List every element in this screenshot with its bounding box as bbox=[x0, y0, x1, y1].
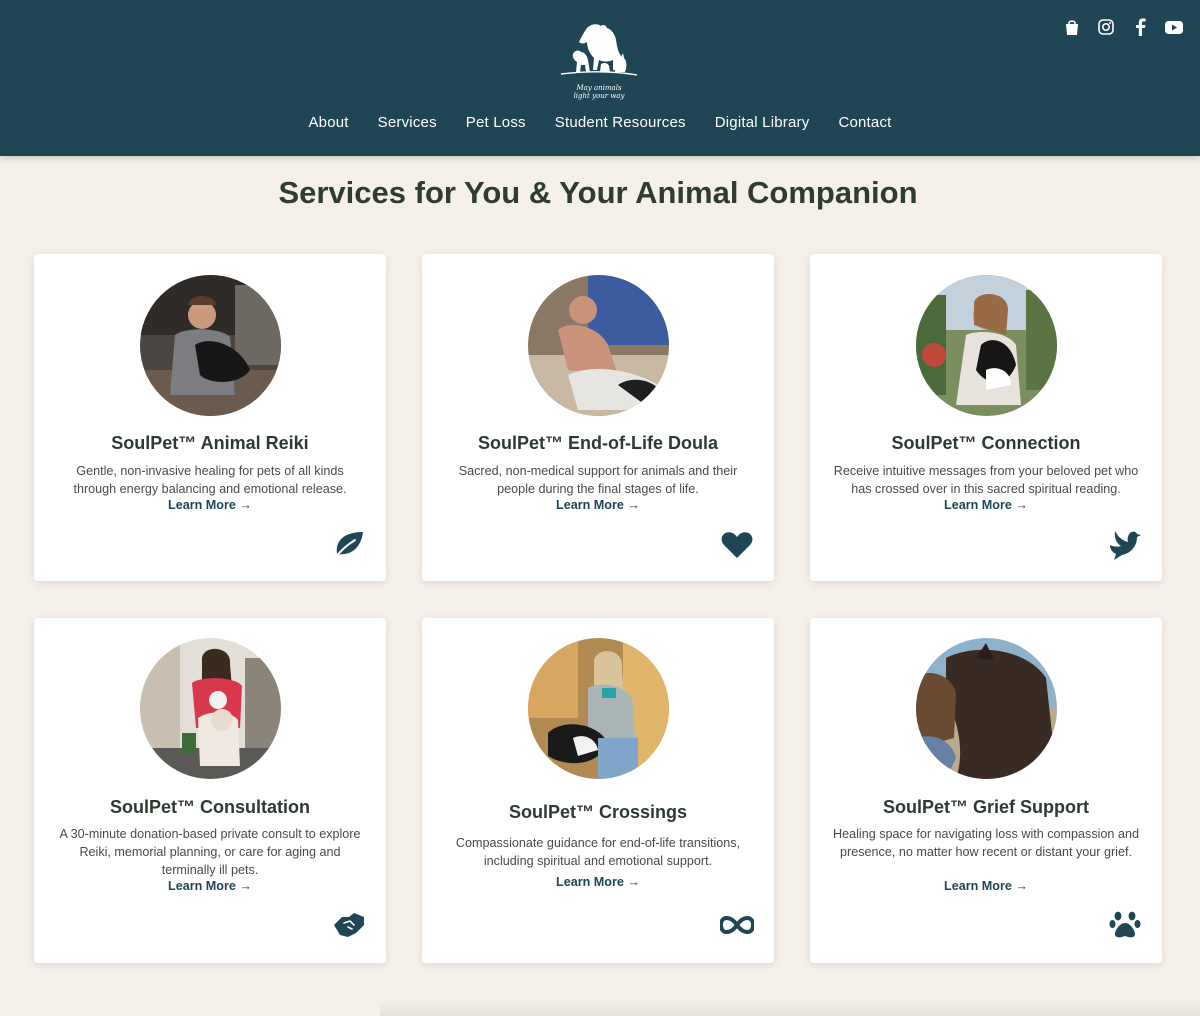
nav-services[interactable]: Services bbox=[378, 114, 437, 131]
animals-silhouette-logo-icon bbox=[560, 24, 638, 76]
footer-edge-shadow bbox=[380, 1000, 1200, 1016]
paw-icon bbox=[1108, 908, 1142, 942]
service-photo bbox=[528, 638, 669, 779]
learn-more-link[interactable]: Learn More → bbox=[810, 879, 1162, 893]
nav-digital-library[interactable]: Digital Library bbox=[715, 114, 810, 131]
service-title: SoulPet™ Grief Support bbox=[882, 797, 1089, 817]
learn-more-link[interactable]: Learn More → bbox=[34, 498, 386, 512]
main-nav: About Services Pet Loss Student Resource… bbox=[0, 114, 1200, 131]
service-title: SoulPet™ Animal Reiki bbox=[111, 433, 309, 453]
service-title: SoulPet™ Crossings bbox=[508, 802, 688, 822]
service-photo bbox=[528, 275, 669, 416]
site-logo[interactable]: May animals light your way bbox=[554, 20, 644, 100]
service-photo bbox=[916, 638, 1057, 779]
service-description: Gentle, non-invasive healing for pets of… bbox=[73, 464, 347, 496]
shopping-bag-icon[interactable] bbox=[1062, 17, 1082, 37]
nav-contact[interactable]: Contact bbox=[838, 114, 891, 131]
nav-student-resources[interactable]: Student Resources bbox=[555, 114, 686, 131]
nav-about[interactable]: About bbox=[308, 114, 348, 131]
service-card-end-of-life-doula: SoulPet™ End-of-Life Doula Sacred, non-m… bbox=[422, 254, 774, 581]
service-title: SoulPet™ Connection bbox=[891, 433, 1081, 453]
service-title: SoulPet™ End-of-Life Doula bbox=[478, 433, 718, 453]
leaf-icon bbox=[332, 528, 366, 562]
service-description: Sacred, non-medical support for animals … bbox=[458, 464, 738, 496]
service-description: Compassionate guidance for end-of-life t… bbox=[455, 836, 741, 868]
service-photo bbox=[140, 275, 281, 416]
logo-tagline: May animals light your way bbox=[573, 84, 625, 100]
nav-pet-loss[interactable]: Pet Loss bbox=[466, 114, 526, 131]
service-card-consultation: SoulPet™ Consultation A 30-minute donati… bbox=[34, 618, 386, 963]
learn-more-link[interactable]: Learn More → bbox=[422, 498, 774, 512]
service-description: Receive intuitive messages from your bel… bbox=[833, 464, 1139, 496]
social-links bbox=[1062, 17, 1184, 37]
site-header: May animals light your way About Service… bbox=[0, 0, 1200, 156]
service-card-crossings: SoulPet™ Crossings Compassionate guidanc… bbox=[422, 618, 774, 963]
heart-icon bbox=[720, 528, 754, 562]
service-photo bbox=[140, 638, 281, 779]
facebook-icon[interactable] bbox=[1130, 17, 1150, 37]
youtube-icon[interactable] bbox=[1164, 17, 1184, 37]
service-photo bbox=[916, 275, 1057, 416]
service-card-animal-reiki: SoulPet™ Animal Reiki Gentle, non-invasi… bbox=[34, 254, 386, 581]
service-description: A 30-minute donation-based private consu… bbox=[59, 827, 361, 877]
service-description: Healing space for navigating loss with c… bbox=[833, 827, 1139, 859]
dove-icon bbox=[1108, 528, 1142, 562]
learn-more-link[interactable]: Learn More → bbox=[810, 498, 1162, 512]
learn-more-link[interactable]: Learn More → bbox=[422, 875, 774, 889]
learn-more-link[interactable]: Learn More → bbox=[34, 879, 386, 893]
page-title: Services for You & Your Animal Companion bbox=[278, 175, 918, 210]
service-card-grief-support: SoulPet™ Grief Support Healing space for… bbox=[810, 618, 1162, 963]
service-card-connection: SoulPet™ Connection Receive intuitive me… bbox=[810, 254, 1162, 581]
service-title: SoulPet™ Consultation bbox=[110, 797, 310, 817]
handshake-icon bbox=[332, 908, 366, 942]
infinity-icon bbox=[720, 908, 754, 942]
instagram-icon[interactable] bbox=[1096, 17, 1116, 37]
